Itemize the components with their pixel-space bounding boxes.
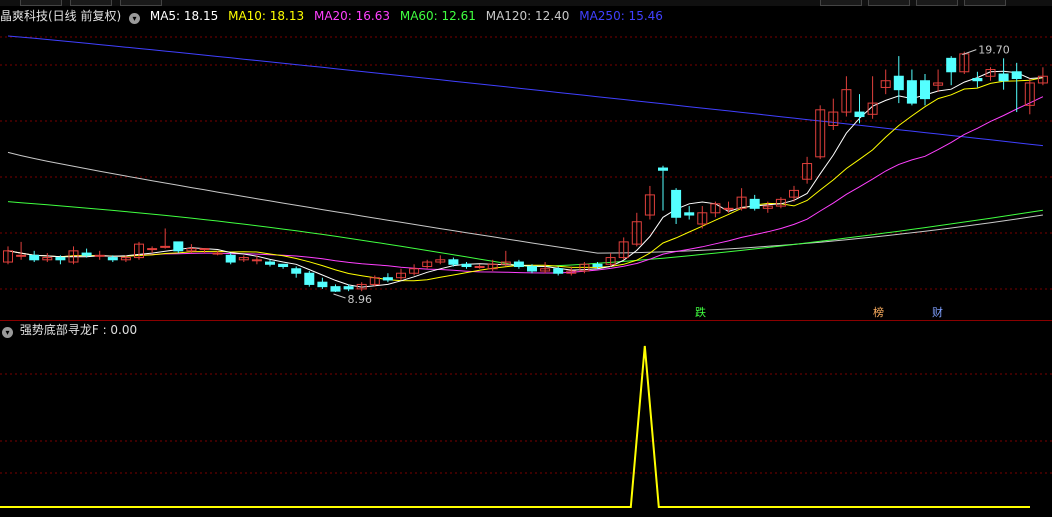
low-pointer [333, 293, 346, 299]
ma250-line [7, 35, 1043, 147]
candle-body [317, 281, 328, 288]
candle-body [55, 257, 66, 261]
candle-body [592, 263, 603, 268]
ma10-line [7, 77, 1044, 282]
candle-body [684, 212, 695, 216]
event-marker-bang[interactable]: 榜 [873, 307, 884, 319]
candle-body [972, 77, 983, 82]
panel-divider [0, 320, 1052, 321]
ma60-value: MA60: 12.61 [399, 9, 476, 23]
low-price-label: 8.96 [348, 293, 373, 306]
candle-body [16, 254, 27, 257]
candle-body [749, 198, 760, 209]
stock-title[interactable]: 晶爽科技(日线 前复权) [0, 9, 121, 23]
ma60-line [7, 201, 1043, 268]
candle-body [291, 268, 302, 274]
candle-body [107, 257, 118, 261]
candle-body [212, 252, 223, 255]
candle-body [382, 277, 393, 281]
candle-body [265, 261, 275, 265]
chart-area[interactable]: 19.70 8.96 [0, 0, 1052, 517]
candle-body [225, 254, 236, 263]
chevron-down-icon[interactable]: ▾ [129, 13, 141, 24]
candle-body [671, 189, 682, 218]
indicator-line [0, 345, 1030, 508]
candle-body [147, 248, 158, 251]
high-price-label: 19.70 [978, 44, 1010, 57]
candle-body [330, 286, 341, 292]
candle-body [29, 254, 40, 261]
candle-body [94, 254, 105, 257]
candle-body [513, 261, 524, 268]
candle-body [251, 259, 262, 262]
ma120-line [7, 151, 1043, 254]
candle-body [448, 259, 459, 265]
ma-info-bar: 晶爽科技(日线 前复权) ▾ MA5: 18.15 MA10: 18.13 MA… [0, 7, 1052, 25]
candle-body [854, 111, 865, 118]
candle-body [461, 263, 472, 268]
ma5-value: MA5: 18.15 [149, 9, 219, 23]
ma120-value: MA120: 12.40 [485, 9, 570, 23]
candle-body [343, 286, 354, 290]
event-marker-cai[interactable]: 财 [932, 307, 943, 319]
candle-body [553, 268, 564, 274]
ma20-value: MA20: 16.63 [313, 9, 391, 23]
candle-body [920, 80, 930, 100]
candle-body [173, 241, 184, 252]
candle-body [723, 207, 734, 210]
candle-body [906, 80, 917, 104]
chevron-down-icon[interactable]: ▾ [2, 327, 13, 338]
candle-body [893, 75, 904, 91]
indicator-name[interactable]: 强势底部寻龙F [20, 323, 99, 337]
ma5-line [7, 70, 1043, 288]
event-marker-die[interactable]: 跌 [695, 307, 706, 319]
indicator-header: ▾ 强势底部寻龙F : 0.00 [2, 322, 137, 338]
candle-body [658, 167, 668, 171]
candle-body [527, 266, 537, 272]
candle-body [199, 248, 210, 251]
candle-body [160, 245, 171, 248]
indicator-value: : 0.00 [102, 323, 138, 337]
ma250-value: MA250: 15.46 [579, 9, 663, 23]
candle-body [474, 266, 485, 269]
candle-body [946, 57, 957, 73]
candle-body [1011, 71, 1022, 79]
candle-body [278, 263, 289, 268]
candle-body [998, 73, 1009, 82]
candle-body [304, 272, 315, 285]
ma10-value: MA10: 18.13 [228, 9, 305, 23]
candle-body [81, 252, 92, 256]
